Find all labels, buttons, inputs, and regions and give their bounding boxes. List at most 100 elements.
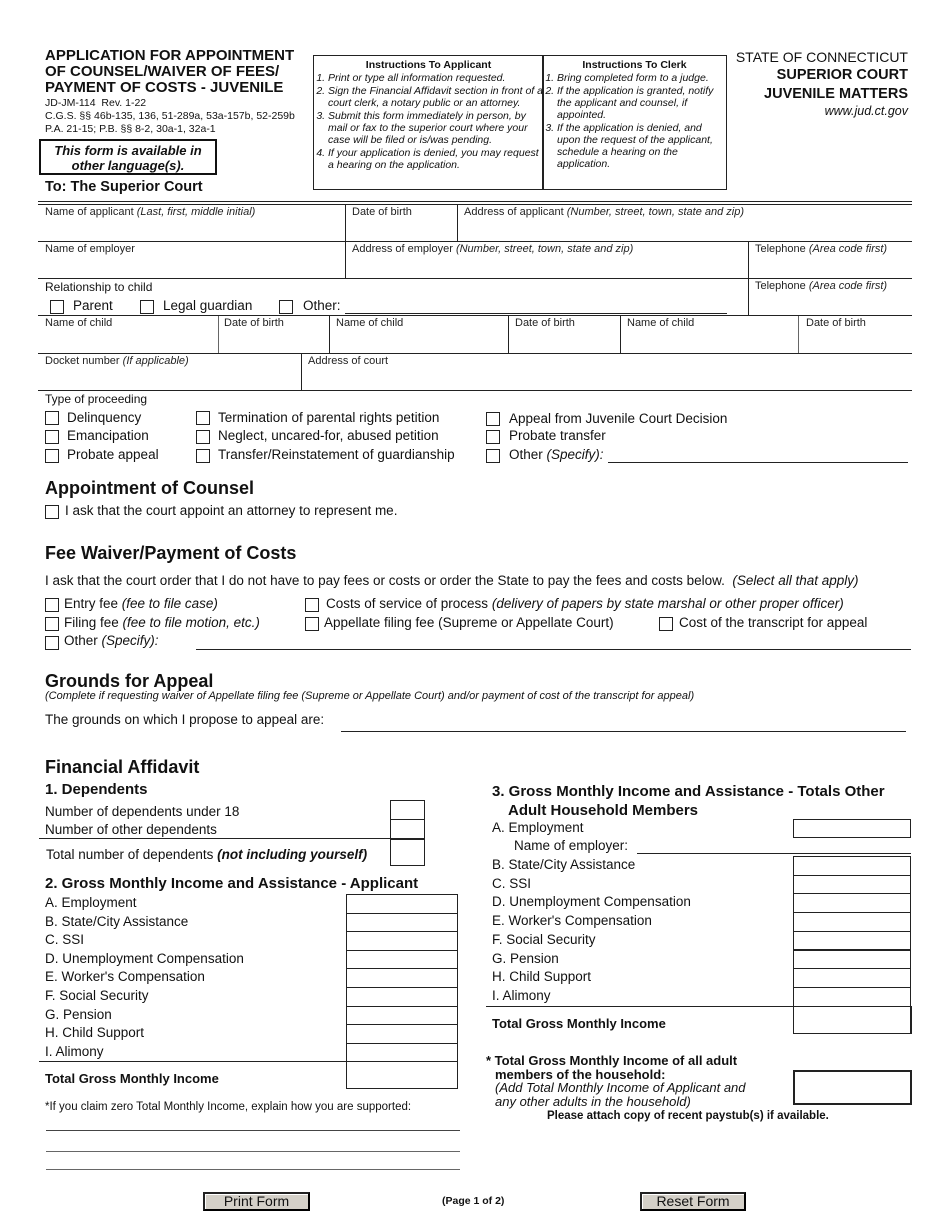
applicant-income-input[interactable]: [346, 987, 458, 1007]
form-title: APPLICATION FOR APPOINTMENT OF COUNSEL/W…: [45, 47, 295, 96]
filing-fee-checkbox[interactable]: [45, 617, 59, 631]
appeal-heading: Grounds for Appeal: [45, 671, 214, 691]
child-1-dob-field[interactable]: Date of birth: [219, 316, 329, 353]
appeal-grounds-input[interactable]: [341, 731, 906, 732]
applicant-income-label: B. State/City Assistance: [45, 913, 189, 929]
dependents-other-input[interactable]: [390, 819, 425, 839]
instruction-item: Print or type all information requested.: [328, 72, 543, 84]
applicant-dob-field[interactable]: Date of birth: [346, 205, 457, 241]
appeal-juvenile-checkbox[interactable]: [486, 412, 500, 426]
emancipation-checkbox[interactable]: [45, 430, 59, 444]
applicant-income-input[interactable]: [346, 1024, 458, 1044]
website: www.jud.ct.gov: [824, 104, 908, 118]
other-proceeding-checkbox[interactable]: [486, 449, 500, 463]
divider: [486, 1006, 794, 1007]
dependents-total-label: Total number of dependents (not includin…: [46, 847, 368, 862]
employer-name-field[interactable]: Name of employer: [38, 242, 345, 278]
telephone-field-1[interactable]: Telephone (Area code first): [749, 242, 912, 278]
household-income-input[interactable]: [793, 930, 911, 951]
household-income-label: I. Alimony: [492, 987, 551, 1003]
applicant-income-input[interactable]: [346, 894, 458, 914]
household-income-label: G. Pension: [492, 950, 559, 966]
language-notice[interactable]: This form is available in other language…: [39, 139, 217, 175]
applicant-income-input[interactable]: [346, 949, 458, 970]
applicant-name-field[interactable]: Name of applicant (Last, first, middle i…: [38, 205, 345, 241]
probate-transfer-label: Probate transfer: [509, 428, 606, 443]
telephone-field-2[interactable]: Telephone (Area code first): [749, 279, 912, 315]
instruction-item: Submit this form immediately in person, …: [328, 110, 543, 146]
entry-fee-label: Entry fee (fee to file case): [64, 596, 218, 611]
dependents-total-input[interactable]: [390, 838, 425, 866]
household-income-input[interactable]: [793, 912, 911, 932]
neglect-checkbox[interactable]: [196, 430, 210, 444]
appoint-attorney-label: I ask that the court appoint an attorney…: [65, 503, 398, 518]
household-income-input[interactable]: [793, 856, 911, 876]
applicant-total-input[interactable]: [346, 1061, 458, 1089]
applicant-address-field[interactable]: Address of applicant (Number, street, to…: [458, 205, 912, 241]
transcript-cost-checkbox[interactable]: [659, 617, 673, 631]
delinquency-checkbox[interactable]: [45, 411, 59, 425]
neglect-label: Neglect, uncared-for, abused petition: [218, 428, 439, 443]
child-3-dob-field[interactable]: Date of birth: [799, 316, 912, 353]
child-2-dob-field[interactable]: Date of birth: [509, 316, 620, 353]
dependents-under18-input[interactable]: [390, 800, 425, 820]
household-income-label: B. State/City Assistance: [492, 857, 636, 872]
statutes-line-2: P.A. 21-15; P.B. §§ 8-2, 30a-1, 32a-1: [45, 123, 216, 135]
household-income-input[interactable]: [793, 968, 911, 988]
probate-transfer-checkbox[interactable]: [486, 430, 500, 444]
other-fee-checkbox[interactable]: [45, 636, 59, 650]
child-3-name-field[interactable]: Name of child: [621, 316, 798, 353]
legal-guardian-checkbox[interactable]: [140, 300, 154, 314]
all-adults-total-label: * Total Gross Monthly Income of all adul…: [486, 1053, 746, 1109]
probate-appeal-checkbox[interactable]: [45, 449, 59, 463]
reset-form-button[interactable]: Reset Form: [640, 1192, 746, 1211]
zero-income-line-2[interactable]: [46, 1151, 460, 1152]
zero-income-line-3[interactable]: [46, 1169, 460, 1170]
household-income-input[interactable]: [793, 893, 911, 914]
applicant-income-input[interactable]: [346, 931, 458, 951]
termination-checkbox[interactable]: [196, 411, 210, 425]
parent-checkbox[interactable]: [50, 300, 64, 314]
applicant-income-label: F. Social Security: [45, 988, 149, 1003]
transcript-cost-label: Cost of the transcript for appeal: [679, 615, 868, 630]
entry-fee-checkbox[interactable]: [45, 598, 59, 612]
applicant-income-input[interactable]: [346, 912, 458, 933]
household-employer-label: Name of employer:: [514, 838, 629, 853]
all-adults-total-input[interactable]: [793, 1070, 912, 1105]
instruction-item: Sign the Financial Affidavit section in …: [328, 85, 543, 109]
dependents-heading: 1. Dependents: [45, 781, 148, 798]
transfer-guardianship-checkbox[interactable]: [196, 449, 210, 463]
appeal-note: (Complete if requesting waiver of Appell…: [45, 690, 695, 702]
household-income-input[interactable]: [793, 949, 911, 970]
applicant-income-input[interactable]: [346, 968, 458, 988]
other-relationship-checkbox[interactable]: [279, 300, 293, 314]
appellate-fee-label: Appellate filing fee (Supreme or Appella…: [324, 615, 614, 630]
other-fee-input[interactable]: [196, 649, 911, 650]
other-proceeding-input[interactable]: [608, 462, 908, 463]
employer-address-field[interactable]: Address of employer (Number, street, tow…: [346, 242, 748, 278]
print-form-button[interactable]: Print Form: [203, 1192, 310, 1211]
court-address-field[interactable]: Address of court: [302, 354, 912, 390]
household-employment-input[interactable]: [793, 819, 911, 838]
household-income-label: F. Social Security: [492, 931, 596, 947]
zero-income-line-1[interactable]: [46, 1130, 460, 1131]
household-employer-input[interactable]: [637, 853, 911, 854]
service-costs-checkbox[interactable]: [305, 598, 319, 612]
appoint-attorney-checkbox[interactable]: [45, 505, 59, 519]
household-income-input[interactable]: [793, 874, 911, 895]
household-total-input[interactable]: [793, 1006, 912, 1034]
child-1-name-field[interactable]: Name of child: [38, 316, 218, 353]
page-indicator: (Page 1 of 2): [442, 1195, 505, 1207]
instructions-to-clerk: Instructions To Clerk Bring completed fo…: [542, 55, 727, 190]
docket-number-field[interactable]: Docket number (If applicable): [38, 354, 301, 390]
filing-fee-label: Filing fee (fee to file motion, etc.): [64, 615, 260, 630]
other-relationship-input[interactable]: [345, 313, 727, 314]
child-2-name-field[interactable]: Name of child: [330, 316, 508, 353]
other-fee-label: Other (Specify):: [64, 633, 159, 648]
applicant-income-input[interactable]: [346, 1005, 458, 1026]
divider: [38, 390, 912, 391]
to-superior-court: To: The Superior Court: [45, 179, 203, 195]
appellate-fee-checkbox[interactable]: [305, 617, 319, 631]
household-income-input[interactable]: [793, 986, 911, 1007]
applicant-income-input[interactable]: [346, 1042, 458, 1063]
